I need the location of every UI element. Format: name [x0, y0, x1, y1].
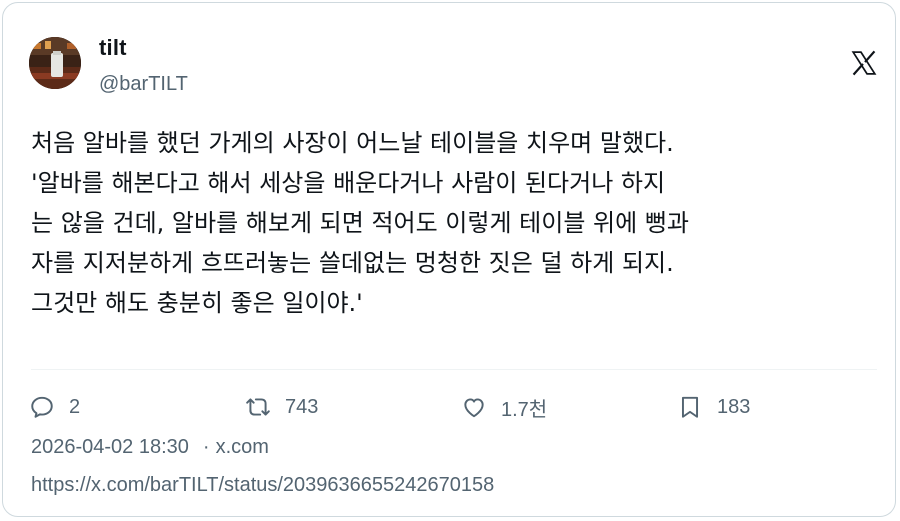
x-logo-icon[interactable]: [851, 49, 877, 77]
tweet-meta: 2026-04-02 18:30 · x.com: [31, 436, 269, 459]
tweet-text: 처음 알바를 했던 가게의 사장이 어느날 테이블을 치우며 말했다. '알바를…: [31, 123, 881, 323]
tweet-url[interactable]: https://x.com/barTILT/status/20396366552…: [31, 474, 494, 497]
author-name[interactable]: tilt: [99, 35, 127, 61]
like-button[interactable]: 1.7천: [461, 391, 547, 423]
author-handle[interactable]: @barTILT: [99, 73, 188, 96]
tweet-text-line: 자를 지저분하게 흐뜨러놓는 쓸데없는 멍청한 짓은 덜 하게 되지.: [31, 249, 674, 277]
reply-icon: [31, 396, 53, 418]
bookmark-button[interactable]: 183: [677, 391, 750, 423]
reply-button[interactable]: 2: [29, 391, 80, 423]
retweet-icon: [246, 398, 270, 416]
tweet-text-line: '알바를 해본다고 해서 세상을 배운다거나 사람이 된다거나 하지: [31, 169, 666, 197]
avatar-image: [29, 37, 81, 89]
bookmark-icon: [681, 396, 699, 418]
tweet-text-line: 그것만 해도 충분히 좋은 일이야.': [31, 289, 363, 317]
bookmark-count: 183: [717, 395, 751, 418]
reply-count: 2: [69, 395, 81, 418]
tweet-text-line: 는 않을 건데, 알바를 해보게 되면 적어도 이렇게 테이블 위에 뻥과: [31, 209, 689, 237]
retweet-button[interactable]: 743: [245, 391, 318, 423]
avatar[interactable]: [29, 37, 81, 89]
divider: [31, 369, 877, 370]
meta-separator: ·: [202, 436, 210, 458]
source-label[interactable]: x.com: [216, 436, 269, 459]
tweet-card: tilt @barTILT 처음 알바를 했던 가게의 사장이 어느날 테이블을…: [2, 2, 896, 517]
tweet-text-line: 처음 알바를 했던 가게의 사장이 어느날 테이블을 치우며 말했다.: [31, 129, 674, 157]
retweet-count: 743: [285, 395, 319, 418]
heart-icon: [464, 398, 484, 418]
like-count: 1.7천: [501, 398, 548, 421]
timestamp[interactable]: 2026-04-02 18:30: [31, 436, 189, 459]
